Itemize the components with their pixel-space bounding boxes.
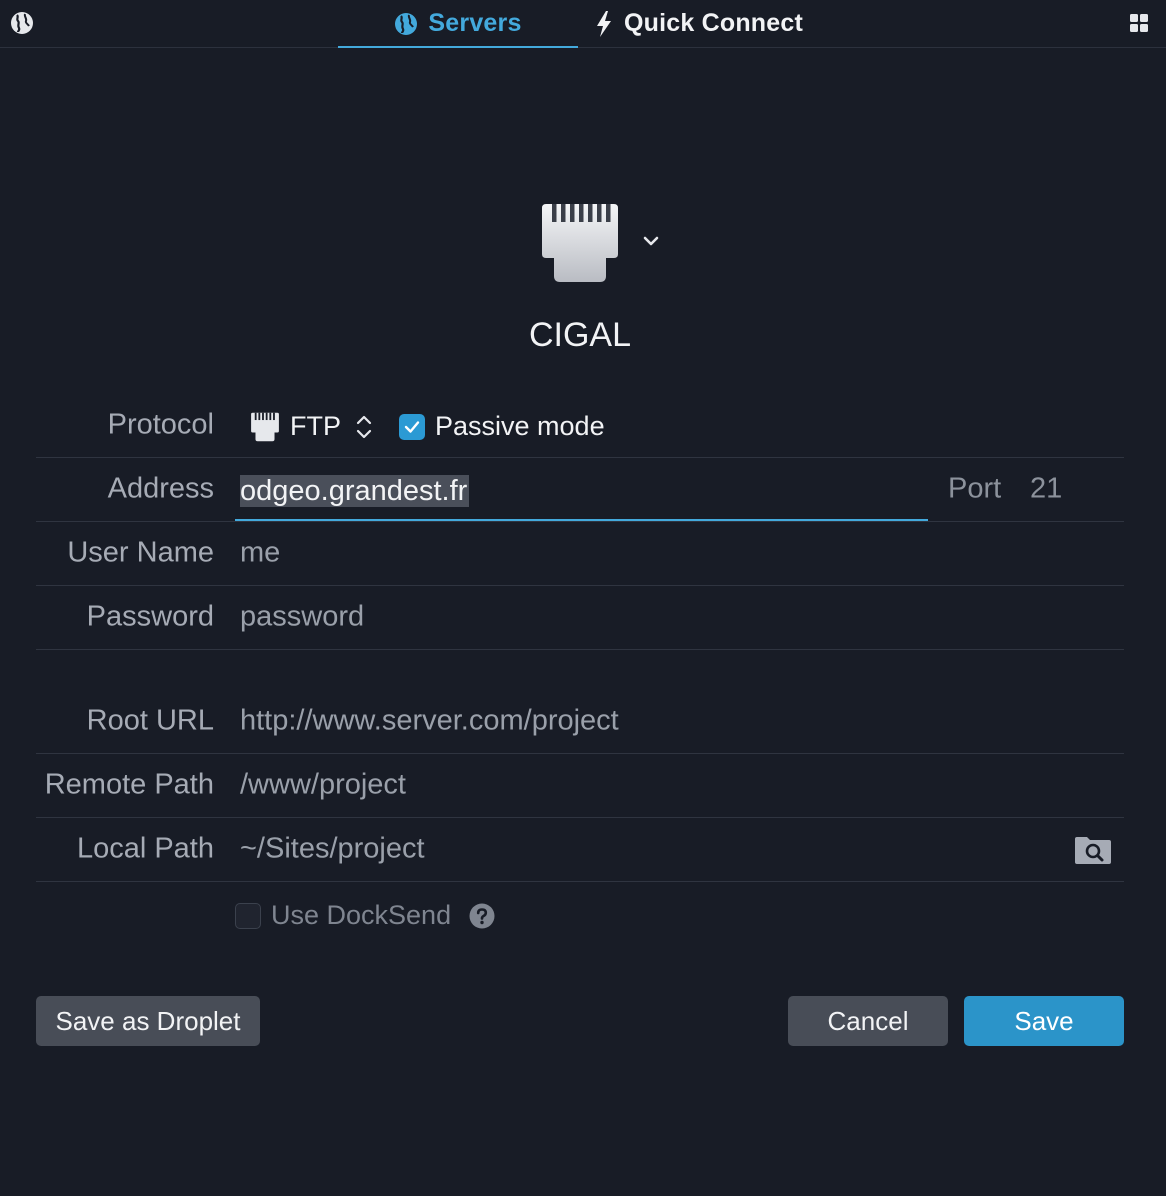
docksend-label: Use DockSend [271, 900, 452, 930]
remote-path-label: Remote Path [44, 768, 214, 801]
passive-mode-label: Passive mode [435, 411, 605, 441]
root-url-input[interactable]: http://www.server.com/project [240, 705, 619, 738]
tab-servers[interactable]: Servers [338, 0, 578, 48]
tab-quick-connect-label: Quick Connect [624, 9, 804, 37]
remote-path-input[interactable]: /www/project [240, 769, 406, 802]
globe-icon [394, 12, 418, 36]
root-url-row: Root URL http://www.server.com/project [36, 689, 1124, 754]
save-button[interactable]: Save [964, 996, 1124, 1046]
protocol-select[interactable]: FTP [290, 411, 341, 442]
server-name[interactable]: CIGAL [0, 316, 1160, 355]
address-selected-text: odgeo.grandest.fr [240, 475, 470, 507]
docksend-option: Use DockSend [235, 900, 495, 931]
chevron-down-icon[interactable] [642, 234, 660, 248]
password-row: Password password [36, 585, 1124, 650]
lightning-icon [594, 10, 614, 38]
checkmark-icon [404, 420, 420, 433]
address-value: odgeo.grandest.fr [240, 475, 470, 508]
tab-quick-connect[interactable]: Quick Connect [594, 0, 803, 47]
cancel-button[interactable]: Cancel [788, 996, 948, 1046]
folder-search-icon[interactable] [1074, 835, 1112, 865]
passive-mode-checkbox[interactable] [399, 413, 425, 440]
root-url-label: Root URL [86, 704, 214, 737]
address-input[interactable]: odgeo.grandest.fr [235, 457, 928, 521]
top-bar: Servers Quick Connect [0, 0, 1166, 48]
remote-path-row: Remote Path /www/project [36, 753, 1124, 818]
local-path-row: Local Path ~/Sites/project [36, 817, 1124, 882]
grid-icon[interactable] [1130, 14, 1148, 32]
docksend-checkbox[interactable] [235, 902, 261, 929]
port-label: Port [948, 472, 1002, 505]
tab-servers-label: Servers [428, 9, 522, 37]
question-mark-icon[interactable] [469, 903, 495, 929]
address-row: Address odgeo.grandest.fr Port 21 [36, 457, 1124, 522]
user-name-label: User Name [67, 536, 214, 569]
user-name-row: User Name me [36, 521, 1124, 586]
local-path-input[interactable]: ~/Sites/project [240, 833, 425, 866]
address-label: Address [107, 472, 214, 505]
save-as-droplet-button[interactable]: Save as Droplet [36, 996, 260, 1046]
globe-icon[interactable] [10, 11, 34, 35]
password-label: Password [86, 600, 214, 633]
ethernet-port-icon [251, 412, 279, 441]
protocol-row: Protocol FTP Passive mode [36, 393, 1124, 458]
protocol-controls: FTP Passive mode [250, 411, 605, 442]
port-input[interactable]: 21 [1030, 473, 1062, 506]
local-path-label: Local Path [76, 832, 214, 865]
up-down-arrows-icon[interactable] [355, 413, 373, 441]
password-input[interactable]: password [240, 601, 364, 634]
ethernet-port-icon[interactable] [540, 202, 620, 284]
user-name-input[interactable]: me [240, 537, 280, 570]
protocol-label: Protocol [107, 408, 214, 441]
